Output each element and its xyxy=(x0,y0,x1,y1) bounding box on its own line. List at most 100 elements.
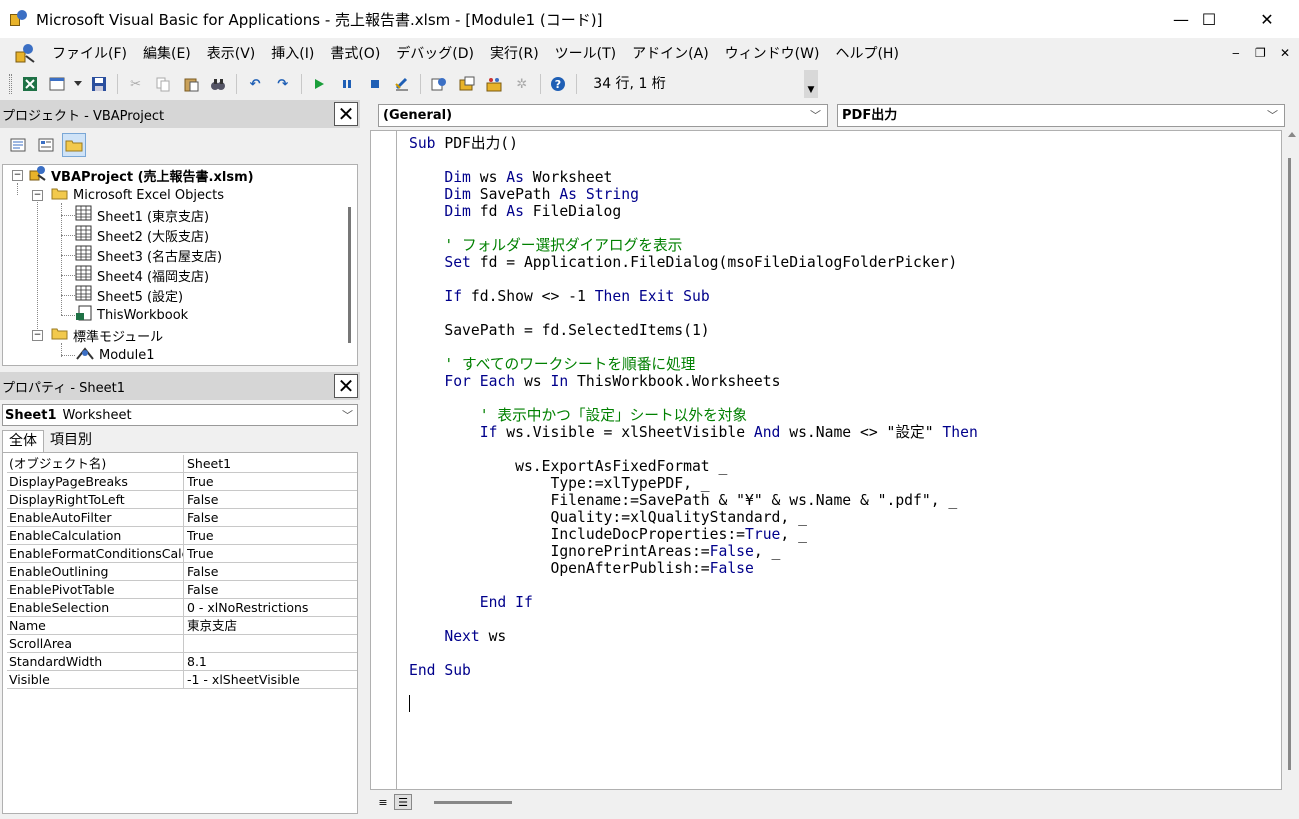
chevron-down-icon[interactable] xyxy=(73,72,83,96)
project-panel-close-button[interactable]: ✕ xyxy=(334,102,358,126)
cursor-position-status: 34 行, 1 桁 xyxy=(587,72,820,96)
toggle-folders-icon[interactable] xyxy=(62,133,86,157)
menu-window[interactable]: ウィンドウ(W) xyxy=(717,43,828,63)
run-icon[interactable] xyxy=(308,72,332,96)
tree-sheet5[interactable]: Sheet5 (設定) xyxy=(75,285,183,305)
code-line: Set fd = Application.FileDialog(msoFileD… xyxy=(444,254,958,271)
mdi-minimize-button[interactable]: ‒ xyxy=(1232,46,1240,60)
toolbar-options-button[interactable]: ▼ xyxy=(804,70,818,98)
excel-view-icon[interactable] xyxy=(18,72,42,96)
toolbar-separator xyxy=(300,74,302,94)
property-row[interactable]: Visible -1 - xlSheetVisible xyxy=(7,671,357,689)
code-line: If ws.Visible = xlSheetVisible And ws.Na… xyxy=(479,424,978,441)
tree-sheet2[interactable]: Sheet2 (大阪支店) xyxy=(75,225,209,245)
property-row[interactable]: DisplayPageBreaks True xyxy=(7,473,357,491)
project-tree-scrollbar[interactable] xyxy=(348,207,351,343)
title-bar: Microsoft Visual Basic for Applications … xyxy=(0,0,1299,38)
mdi-restore-button[interactable]: ❐ xyxy=(1255,46,1266,60)
find-icon[interactable] xyxy=(207,72,231,96)
menu-tools[interactable]: ツール(T) xyxy=(547,43,624,63)
property-row[interactable]: StandardWidth 8.1 xyxy=(7,653,357,671)
tab-alphabetic[interactable]: 全体 xyxy=(2,430,44,452)
tree-sheet4[interactable]: Sheet4 (福岡支店) xyxy=(75,265,209,285)
property-row[interactable]: EnableAutoFilter False xyxy=(7,509,357,527)
code-line: For Each ws In ThisWorkbook.Worksheets xyxy=(444,373,781,390)
window-title: Microsoft Visual Basic for Applications … xyxy=(36,10,603,29)
property-row[interactable]: Name 東京支店 xyxy=(7,617,357,635)
project-panel-header: プロジェクト - VBAProject ✕ xyxy=(0,100,360,128)
toolbar-grip[interactable] xyxy=(9,74,12,94)
tree-vbaproject[interactable]: VBAProject (売上報告書.xlsm) xyxy=(29,165,254,185)
scroll-up-icon[interactable] xyxy=(1288,132,1296,137)
save-icon[interactable] xyxy=(87,72,111,96)
vbaproject-icon xyxy=(29,165,47,185)
chevron-down-icon: ﹀ xyxy=(1267,109,1278,122)
insert-userform-icon[interactable] xyxy=(46,72,70,96)
tab-categorized[interactable]: 項目別 xyxy=(44,430,98,452)
menu-file[interactable]: ファイル(F) xyxy=(44,43,135,63)
property-row[interactable]: EnableCalculation True xyxy=(7,527,357,545)
properties-object-select[interactable]: Sheet1 Worksheet ﹀ xyxy=(2,404,358,426)
pause-icon[interactable] xyxy=(335,72,359,96)
procedure-view-icon[interactable]: ≡ xyxy=(374,794,392,810)
view-code-icon[interactable] xyxy=(6,133,30,157)
property-row[interactable]: EnablePivotTable False xyxy=(7,581,357,599)
redo-icon[interactable]: ↷ xyxy=(271,72,295,96)
tree-excel-objects[interactable]: Microsoft Excel Objects xyxy=(51,185,224,205)
tree-sheet3[interactable]: Sheet3 (名古屋支店) xyxy=(75,245,222,265)
property-row[interactable]: EnableOutlining False xyxy=(7,563,357,581)
property-row[interactable]: EnableFormatConditionsCalculationTrue xyxy=(7,545,357,563)
menu-debug[interactable]: デバッグ(D) xyxy=(388,43,482,63)
horizontal-scroll-thumb[interactable] xyxy=(434,801,512,804)
collapse-icon[interactable]: − xyxy=(32,330,43,341)
cut-icon[interactable]: ✂ xyxy=(124,72,148,96)
property-row[interactable]: (オブジェクト名) Sheet1 xyxy=(7,455,357,473)
tree-modules-folder[interactable]: 標準モジュール xyxy=(51,325,163,345)
property-row[interactable]: DisplayRightToLeft False xyxy=(7,491,357,509)
mdi-close-button[interactable]: ✕ xyxy=(1280,46,1290,60)
code-editor[interactable]: Sub PDF出力() Dim ws As Worksheet Dim Save… xyxy=(370,130,1282,790)
design-mode-icon[interactable] xyxy=(390,72,414,96)
collapse-icon[interactable]: − xyxy=(12,170,23,181)
menu-help[interactable]: ヘルプ(H) xyxy=(827,43,906,63)
undo-icon[interactable]: ↶ xyxy=(243,72,267,96)
procedure-combo[interactable]: PDF出力 ﹀ xyxy=(837,104,1285,127)
menu-format[interactable]: 書式(O) xyxy=(322,43,388,63)
toolbar-separator xyxy=(420,74,422,94)
menu-edit[interactable]: 編集(E) xyxy=(135,43,199,63)
object-browser-icon[interactable] xyxy=(482,72,506,96)
paste-icon[interactable] xyxy=(179,72,203,96)
margin-indicator-bar[interactable] xyxy=(371,131,397,789)
menu-view[interactable]: 表示(V) xyxy=(199,43,264,63)
help-icon[interactable]: ? xyxy=(547,72,571,96)
collapse-icon[interactable]: − xyxy=(32,190,43,201)
tree-module1[interactable]: Module1 xyxy=(75,345,155,365)
code-line: Filename:=SavePath & "¥" & ws.Name & ".p… xyxy=(409,492,958,509)
menu-addins[interactable]: アドイン(A) xyxy=(624,43,717,63)
menu-run[interactable]: 実行(R) xyxy=(482,43,547,63)
close-button[interactable]: ✕ xyxy=(1239,0,1295,38)
reset-icon[interactable] xyxy=(363,72,387,96)
properties-window-icon[interactable] xyxy=(455,72,479,96)
tree-sheet1[interactable]: Sheet1 (東京支店) xyxy=(75,205,209,225)
copy-icon[interactable] xyxy=(151,72,175,96)
code-vertical-scrollbar[interactable] xyxy=(1282,130,1299,790)
object-combo[interactable]: (General) ﹀ xyxy=(378,104,828,127)
code-line: Quality:=xlQualityStandard, _ xyxy=(409,509,807,526)
tree-thisworkbook[interactable]: ThisWorkbook xyxy=(75,305,188,325)
project-explorer-icon[interactable] xyxy=(427,72,451,96)
toolbar-separator xyxy=(576,74,578,94)
toolbox-icon[interactable]: ✲ xyxy=(510,72,534,96)
view-object-icon[interactable] xyxy=(34,133,58,157)
maximize-button[interactable]: ☐ xyxy=(1181,0,1237,38)
vba-menu-icon[interactable] xyxy=(14,42,36,64)
menu-insert[interactable]: 挿入(I) xyxy=(263,43,322,63)
full-module-view-icon[interactable]: ☰ xyxy=(394,794,412,810)
scroll-thumb[interactable] xyxy=(1288,158,1291,770)
code-bottom-bar: ≡ ☰ xyxy=(370,792,1282,814)
properties-panel-close-button[interactable]: ✕ xyxy=(334,374,358,398)
property-row[interactable]: ScrollArea xyxy=(7,635,357,653)
toolbar-separator xyxy=(539,74,541,94)
code-line: ' 表示中かつ「設定」シート以外を対象 xyxy=(409,407,748,424)
property-row[interactable]: EnableSelection 0 - xlNoRestrictions xyxy=(7,599,357,617)
